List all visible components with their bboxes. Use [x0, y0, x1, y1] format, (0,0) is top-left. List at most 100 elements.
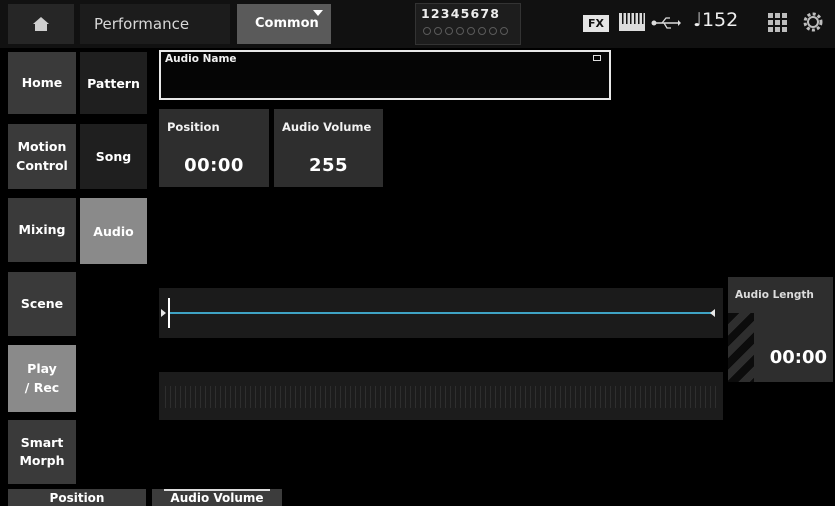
- nav-motion-control[interactable]: Motion Control: [8, 124, 76, 189]
- position-param[interactable]: Position 00:00: [159, 109, 269, 187]
- waveform-tick: [485, 386, 486, 408]
- waveform-tick: [360, 386, 361, 408]
- waveform-tick: [665, 386, 666, 408]
- audio-volume-label: Audio Volume: [282, 120, 372, 134]
- waveform-tick: [620, 386, 621, 408]
- common-part-selector[interactable]: Common: [237, 4, 331, 44]
- grid-icon[interactable]: [768, 13, 788, 33]
- waveform-tick: [500, 386, 501, 408]
- part-selector[interactable]: 12345678: [415, 3, 521, 45]
- waveform-tick: [370, 386, 371, 408]
- waveform-tick: [560, 386, 561, 408]
- waveform-tick: [230, 386, 231, 408]
- waveform-tick: [675, 386, 676, 408]
- audio-name-field[interactable]: Audio Name: [159, 50, 611, 100]
- common-part-label: Common: [255, 16, 319, 31]
- waveform-tick: [375, 386, 376, 408]
- playhead[interactable]: [168, 298, 170, 328]
- home-icon: [33, 17, 49, 31]
- waveform-tick: [425, 386, 426, 408]
- nav-scene[interactable]: Scene: [8, 272, 76, 336]
- waveform-tick: [325, 386, 326, 408]
- waveform-tick: [470, 386, 471, 408]
- waveform-tick: [460, 386, 461, 408]
- waveform-tick: [570, 386, 571, 408]
- audio-length-panel: Audio Length 00:00: [728, 277, 833, 382]
- subnav-audio[interactable]: Audio: [80, 198, 147, 264]
- waveform-tick: [190, 386, 191, 408]
- audio-volume-param[interactable]: Audio Volume 255: [274, 109, 383, 187]
- subnav-label: Audio: [93, 223, 134, 239]
- waveform-tick: [415, 386, 416, 408]
- waveform-tick: [420, 386, 421, 408]
- waveform-tick: [305, 386, 306, 408]
- start-marker-icon[interactable]: [161, 309, 166, 317]
- waveform-tick: [250, 386, 251, 408]
- waveform-tick: [320, 386, 321, 408]
- audio-timeline[interactable]: [159, 288, 723, 338]
- waveform-tick: [670, 386, 671, 408]
- part-numbers: 12345678: [421, 6, 501, 21]
- waveform-tick: [290, 386, 291, 408]
- waveform-tick: [660, 386, 661, 408]
- waveform-tick: [205, 386, 206, 408]
- keyboard-icon[interactable]: [619, 13, 645, 31]
- waveform-tick: [585, 386, 586, 408]
- waveform-tick: [640, 386, 641, 408]
- waveform-display: [159, 372, 723, 420]
- waveform-tick: [550, 386, 551, 408]
- waveform-tick: [220, 386, 221, 408]
- bottom-tab-audio-volume[interactable]: Audio Volume: [152, 489, 282, 506]
- nav-play-rec[interactable]: Play / Rec: [8, 345, 76, 412]
- waveform-tick: [200, 386, 201, 408]
- waveform-tick: [270, 386, 271, 408]
- waveform-tick: [285, 386, 286, 408]
- audio-length-label: Audio Length: [735, 289, 814, 301]
- waveform-tick: [450, 386, 451, 408]
- waveform-tick: [525, 386, 526, 408]
- waveform-tick: [530, 386, 531, 408]
- waveform-tick: [355, 386, 356, 408]
- waveform-tick: [340, 386, 341, 408]
- subnav-song[interactable]: Song: [80, 124, 147, 189]
- waveform-tick: [505, 386, 506, 408]
- waveform-tick: [710, 386, 711, 408]
- part-indicators: [416, 21, 520, 35]
- audio-length-value: 00:00: [769, 347, 827, 368]
- waveform-tick: [275, 386, 276, 408]
- tempo-display[interactable]: ♩152: [693, 9, 738, 31]
- waveform-tick: [330, 386, 331, 408]
- fx-badge[interactable]: FX: [583, 15, 609, 32]
- waveform-tick: [345, 386, 346, 408]
- audio-name-label: Audio Name: [165, 53, 237, 65]
- waveform-tick: [195, 386, 196, 408]
- keyboard-edit-icon: [593, 55, 601, 61]
- waveform-tick: [465, 386, 466, 408]
- waveform-tick: [480, 386, 481, 408]
- nav-mixing[interactable]: Mixing: [8, 198, 76, 262]
- waveform-tick: [565, 386, 566, 408]
- subnav-pattern[interactable]: Pattern: [80, 52, 147, 114]
- position-value: 00:00: [184, 155, 244, 176]
- nav-smart-morph[interactable]: Smart Morph: [8, 420, 76, 484]
- waveform-tick: [545, 386, 546, 408]
- waveform-tick: [635, 386, 636, 408]
- waveform-tick: [175, 386, 176, 408]
- audio-volume-value: 255: [308, 155, 349, 176]
- waveform-tick: [315, 386, 316, 408]
- bottom-tab-position[interactable]: Position: [8, 489, 146, 506]
- waveform-tick: [225, 386, 226, 408]
- nav-home[interactable]: Home: [8, 52, 76, 114]
- home-button[interactable]: [8, 4, 74, 44]
- waveform-tick: [625, 386, 626, 408]
- waveform-tick: [695, 386, 696, 408]
- end-marker-icon[interactable]: [710, 309, 715, 317]
- usb-icon: [651, 17, 681, 29]
- waveform-tick: [610, 386, 611, 408]
- waveform-tick: [215, 386, 216, 408]
- waveform-tick: [510, 386, 511, 408]
- waveform-tick: [265, 386, 266, 408]
- waveform-tick: [310, 386, 311, 408]
- gear-icon[interactable]: [802, 11, 824, 33]
- waveform-tick: [690, 386, 691, 408]
